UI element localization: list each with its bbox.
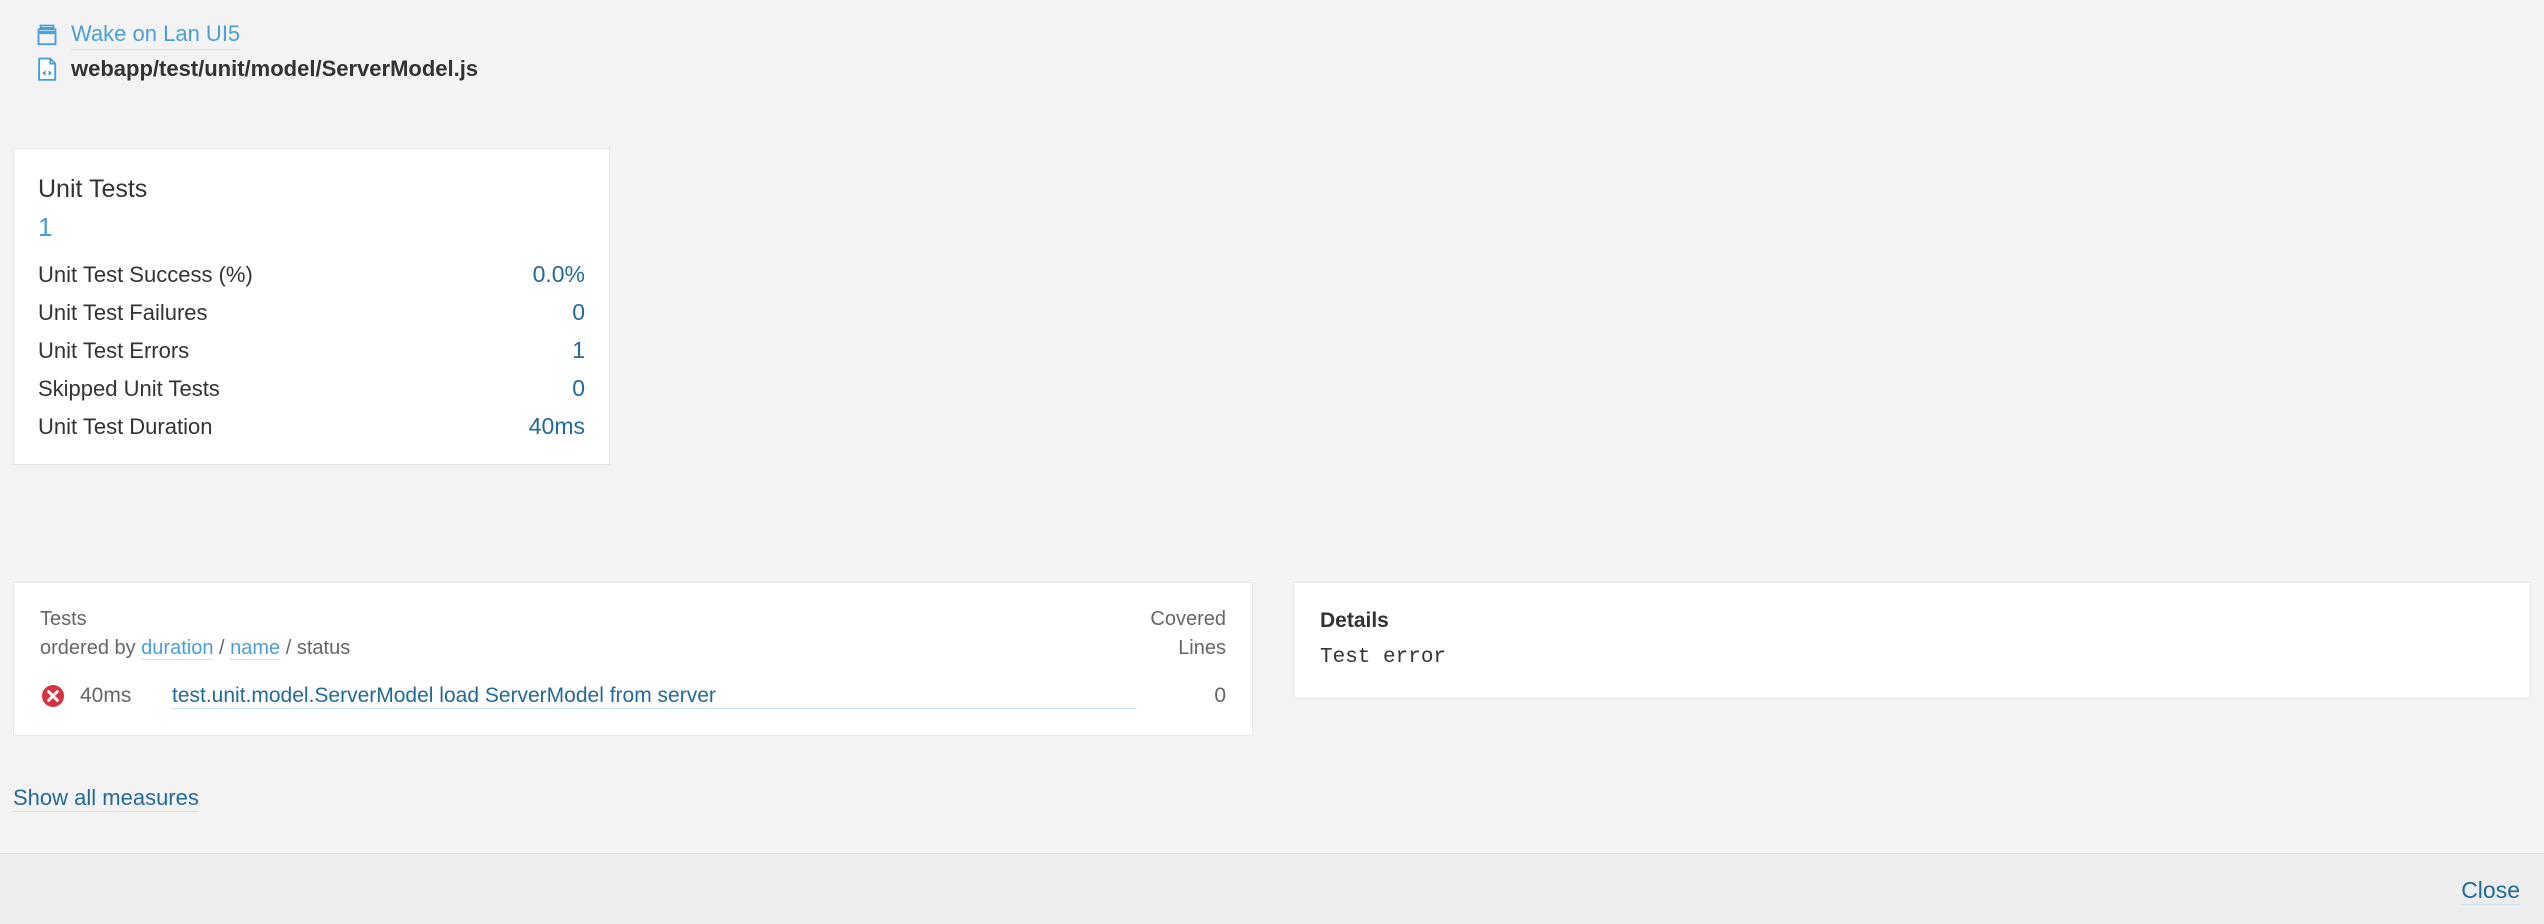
measure-value: 0.0% xyxy=(532,260,585,287)
unit-tests-measures-card: Unit Tests 1 Unit Test Success (%) 0.0% … xyxy=(13,148,610,465)
measure-row: Skipped Unit Tests 0 xyxy=(38,373,585,404)
tests-order-by: ordered by duration / name / status xyxy=(40,634,350,663)
test-covered-lines: 0 xyxy=(1214,684,1226,707)
measure-row: Unit Test Duration 40ms xyxy=(38,411,585,442)
measure-value: 0 xyxy=(572,374,585,401)
breadcrumb-project[interactable]: Wake on Lan UI5 xyxy=(34,18,478,52)
covered-lines-header: Covered Lines xyxy=(1150,605,1226,663)
measure-row: Unit Test Success (%) 0.0% xyxy=(38,259,585,290)
test-duration: 40ms xyxy=(80,684,132,707)
measure-name: Skipped Unit Tests xyxy=(38,375,220,401)
sort-by-duration-link[interactable]: duration xyxy=(141,637,214,660)
measure-name: Unit Test Duration xyxy=(38,413,213,439)
details-panel-body: Test error xyxy=(1320,645,1447,669)
order-by-label: ordered by xyxy=(40,637,142,659)
tests-panel: Tests ordered by duration / name / statu… xyxy=(13,582,1253,736)
details-panel-title: Details xyxy=(1320,609,1389,632)
measure-name: Unit Test Errors xyxy=(38,337,190,363)
project-box-icon xyxy=(34,22,60,48)
covered-lines-header-line2: Lines xyxy=(1178,637,1226,659)
close-button[interactable]: Close xyxy=(2461,877,2520,905)
measure-name: Unit Test Failures xyxy=(38,299,208,325)
tests-panel-header: Tests ordered by duration / name / statu… xyxy=(40,605,1226,663)
breadcrumb-file-name: webapp/test/unit/model/ServerModel.js xyxy=(71,56,479,82)
breadcrumb-file: webapp/test/unit/model/ServerModel.js xyxy=(34,52,478,86)
measures-card-title: Unit Tests xyxy=(38,175,148,203)
measures-card-main-value: 1 xyxy=(38,211,53,242)
code-file-icon xyxy=(34,56,60,82)
table-row: 40ms test.unit.model.ServerModel load Se… xyxy=(40,683,1226,709)
order-separator-1: / xyxy=(213,637,231,659)
measures-dialog: Wake on Lan UI5 webapp/test/unit/model/S… xyxy=(0,0,2544,924)
measure-value: 0 xyxy=(572,298,585,325)
details-panel: Details Test error xyxy=(1293,582,2531,699)
measure-row: Unit Test Failures 0 xyxy=(38,297,585,328)
measure-value: 40ms xyxy=(528,412,585,439)
measure-row: Unit Test Errors 1 xyxy=(38,335,585,366)
covered-lines-header-line1: Covered xyxy=(1150,608,1226,630)
measure-name: Unit Test Success (%) xyxy=(38,261,253,287)
breadcrumb: Wake on Lan UI5 webapp/test/unit/model/S… xyxy=(34,18,478,86)
measure-value: 1 xyxy=(572,336,585,363)
error-circle-icon xyxy=(40,683,66,709)
sort-by-name-link[interactable]: name xyxy=(230,637,281,660)
dialog-footer: Close xyxy=(0,853,2544,924)
show-all-measures-link[interactable]: Show all measures xyxy=(13,785,199,812)
test-name-link[interactable]: test.unit.model.ServerModel load ServerM… xyxy=(172,684,1136,709)
sort-by-status-current[interactable]: status xyxy=(297,637,350,659)
tests-panel-title: Tests xyxy=(40,608,87,630)
order-separator-2: / xyxy=(280,637,297,659)
breadcrumb-project-link[interactable]: Wake on Lan UI5 xyxy=(71,20,241,50)
